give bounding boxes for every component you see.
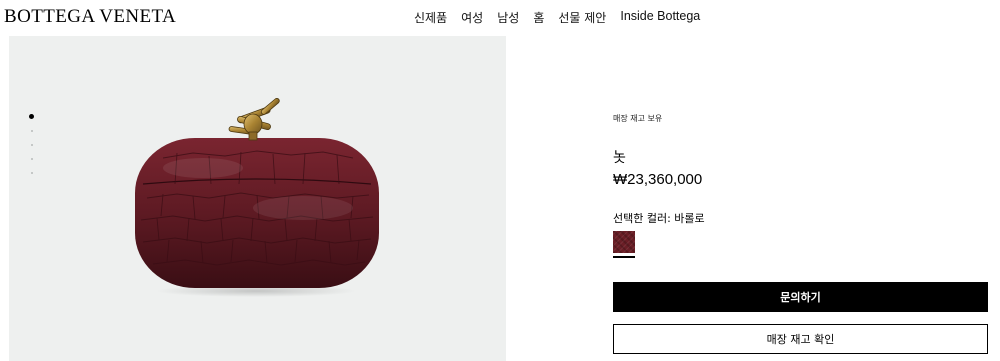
gallery-dot-5[interactable] <box>30 172 33 174</box>
nav-item-new[interactable]: 신제품 <box>414 9 447 26</box>
product-price: ₩23,360,000 <box>613 171 703 188</box>
gallery-dot-3[interactable] <box>30 144 33 146</box>
color-swatch-barolo[interactable] <box>613 231 635 253</box>
check-store-stock-button[interactable]: 매장 재고 확인 <box>613 324 988 354</box>
gallery-pagination <box>29 110 34 180</box>
nav-item-home[interactable]: 홈 <box>533 9 544 26</box>
nav-item-gifts[interactable]: 선물 제안 <box>558 9 606 26</box>
gallery-dot-2[interactable] <box>30 130 33 132</box>
nav-item-women[interactable]: 여성 <box>461 9 483 26</box>
stock-availability-note: 매장 재고 보유 <box>613 114 663 123</box>
brand-logo[interactable]: BOTTEGA VENETA <box>4 6 176 28</box>
product-image <box>135 98 379 297</box>
product-gallery <box>9 36 506 361</box>
selected-color-label: 선택한 컬러: 바롤로 <box>613 212 705 225</box>
swatch-selected-indicator <box>613 256 635 258</box>
inquire-button[interactable]: 문의하기 <box>613 282 988 312</box>
nav-item-men[interactable]: 남성 <box>497 9 519 26</box>
gallery-dot-1[interactable] <box>29 114 34 119</box>
nav-item-inside-bottega[interactable]: Inside Bottega <box>620 9 700 26</box>
product-name: 놋 <box>613 150 626 166</box>
main-nav: 신제품 여성 남성 홈 선물 제안 Inside Bottega <box>414 9 700 26</box>
gallery-dot-4[interactable] <box>30 158 33 160</box>
